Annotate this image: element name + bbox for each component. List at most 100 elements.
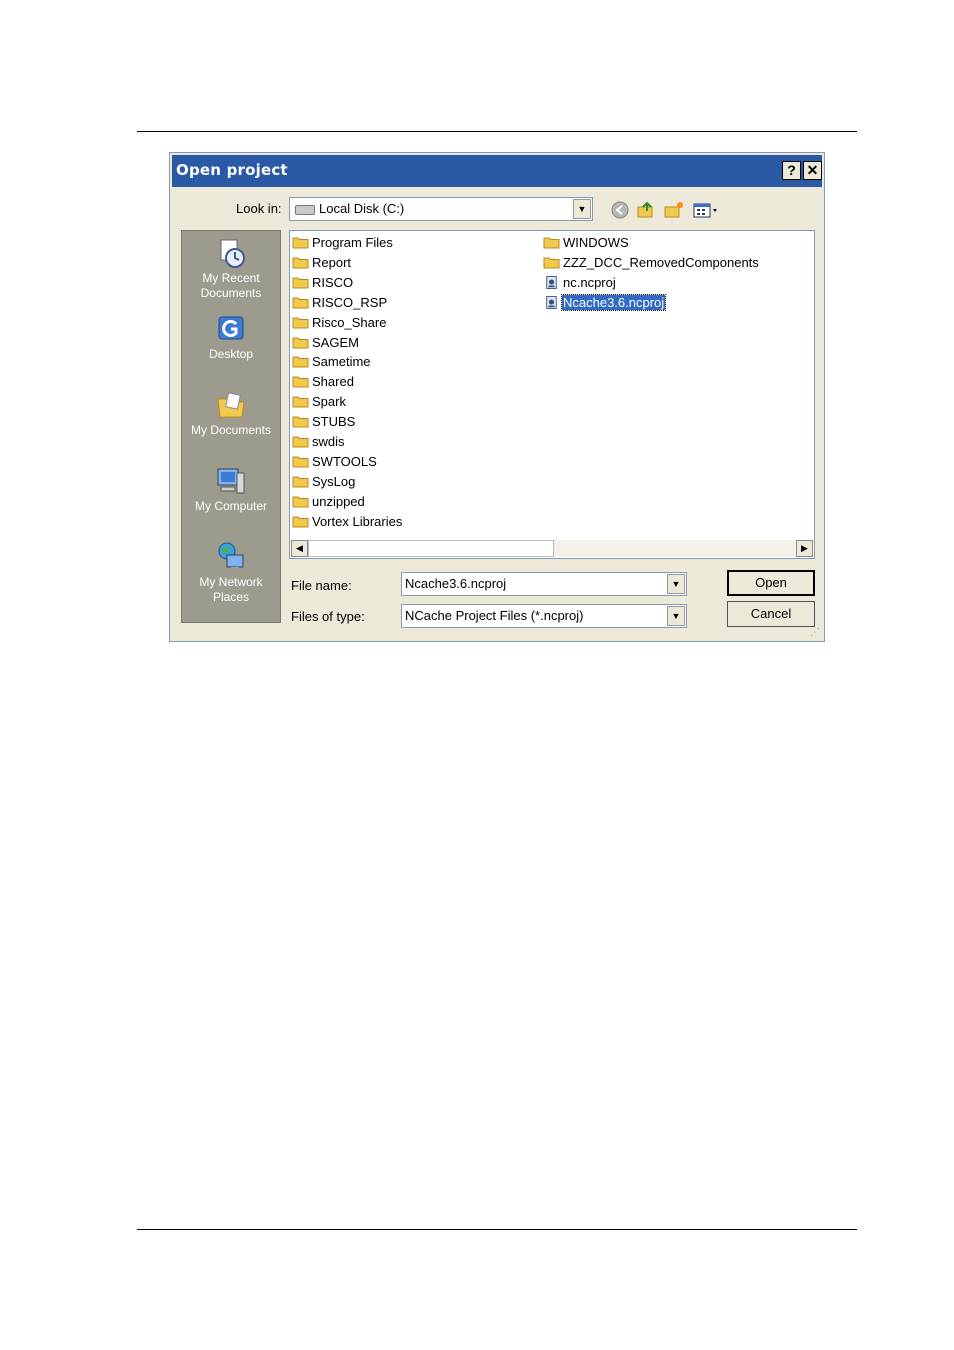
folder-icon — [292, 277, 309, 289]
item-label: unzipped — [312, 493, 365, 509]
recent-documents-icon — [220, 239, 245, 268]
scroll-thumb[interactable] — [308, 540, 554, 557]
place-my-computer[interactable]: My Computer — [182, 465, 280, 514]
file-name-value: Ncache3.6.ncproj — [405, 576, 507, 591]
desktop-icon — [218, 316, 244, 340]
file-name-label: File name: — [291, 578, 352, 593]
folder-icon — [292, 237, 309, 249]
item-label: SAGEM — [312, 334, 359, 350]
network-places-icon — [218, 542, 244, 570]
up-folder-icon[interactable] — [636, 201, 656, 219]
file-item[interactable]: nc.ncproj — [543, 273, 617, 293]
place-my-documents[interactable]: My Documents — [182, 389, 280, 438]
item-label: WINDOWS — [563, 235, 629, 250]
file-item[interactable]: Ncache3.6.ncproj — [543, 293, 667, 313]
item-label: Sametime — [312, 354, 371, 370]
close-button[interactable]: ✕ — [803, 161, 822, 180]
item-label: RISCO_RSP — [312, 294, 388, 310]
place-label: Desktop — [208, 347, 254, 361]
file-type-value: NCache Project Files (*.ncproj) — [405, 608, 584, 623]
folder-icon — [292, 337, 309, 348]
my-documents-icon — [217, 392, 245, 418]
file-list[interactable]: Ncache3.6.ncproj nc.ncproj ZZZ_DCC_Removed… — [289, 230, 815, 559]
item-label: Vortex Libraries — [312, 513, 403, 529]
my-computer-icon — [217, 468, 245, 494]
open-button[interactable]: Open — [727, 570, 815, 596]
resize-grip-icon[interactable]: ⋰ — [810, 627, 822, 639]
folder-icon — [543, 257, 560, 269]
folder-item[interactable]: RISCO_RSP — [292, 293, 388, 313]
scroll-left-arrow[interactable]: ◀ — [291, 540, 308, 557]
place-label: My Recent — [202, 271, 260, 285]
place-label: Documents — [200, 286, 262, 300]
folder-item[interactable]: SWTOOLS — [292, 452, 378, 472]
file-type-label: Files of type: — [291, 609, 365, 624]
folder-item[interactable]: RISCO — [292, 273, 354, 293]
item-label: RISCO — [312, 274, 354, 290]
folder-item[interactable]: unzipped — [292, 492, 366, 512]
file-name-input[interactable]: Ncache3.6.ncproj ▼ — [401, 572, 687, 596]
item-label: Program Files — [312, 235, 393, 250]
folder-icon — [292, 456, 309, 468]
cancel-button[interactable]: Cancel — [727, 601, 815, 627]
item-label: SysLog — [312, 473, 356, 489]
places-bar: My Recent Documents Desktop My Documents… — [181, 230, 281, 623]
folder-icon — [292, 257, 309, 269]
look-in-value: Local Disk (C:) — [319, 201, 405, 216]
place-desktop[interactable]: Desktop — [182, 313, 280, 362]
place-label: Places — [212, 590, 250, 604]
views-menu-icon[interactable] — [692, 201, 720, 219]
new-folder-icon[interactable] — [664, 201, 684, 219]
help-button[interactable]: ? — [782, 161, 801, 180]
file-type-dropdown-arrow[interactable]: ▼ — [667, 606, 685, 626]
folder-item[interactable]: Vortex Libraries — [292, 512, 403, 532]
folder-item[interactable]: Spark — [292, 392, 347, 412]
folder-item[interactable]: Sametime — [292, 352, 372, 372]
item-label: STUBS — [312, 414, 356, 430]
folder-item[interactable]: Program Files — [292, 233, 394, 253]
place-my-recent-documents[interactable]: My Recent Documents — [182, 237, 280, 301]
back-icon[interactable] — [610, 201, 630, 219]
item-label: swdis — [312, 434, 345, 449]
folder-icon — [292, 356, 309, 368]
look-in-dropdown-arrow[interactable]: ▼ — [573, 199, 591, 219]
title-bar[interactable]: Open project ? ✕ — [172, 155, 822, 187]
look-in-label: Look in: — [236, 201, 282, 216]
item-label: Shared — [312, 374, 354, 390]
local-disk-icon — [295, 205, 315, 215]
place-label: My Documents — [190, 423, 272, 437]
folder-icon — [543, 237, 560, 249]
folder-item[interactable]: WINDOWS — [543, 233, 630, 253]
folder-item[interactable]: SysLog — [292, 472, 356, 492]
look-in-combo[interactable]: Local Disk (C:) ▼ — [289, 197, 593, 221]
folder-item[interactable]: ZZZ_DCC_RemovedComponents — [543, 253, 760, 273]
item-label: Risco_Share — [312, 314, 387, 330]
open-project-dialog: Open project ? ✕ Look in: Local Disk (C:… — [169, 152, 825, 642]
page-bottom-rule — [137, 1229, 857, 1230]
file-type-select[interactable]: NCache Project Files (*.ncproj) ▼ — [401, 604, 687, 628]
folder-item[interactable]: Shared — [292, 372, 355, 392]
horizontal-scrollbar[interactable]: ◀ ▶ — [291, 540, 813, 557]
file-name-dropdown-arrow[interactable]: ▼ — [667, 574, 685, 594]
folder-item[interactable]: SAGEM — [292, 333, 360, 353]
dialog-title: Open project — [176, 161, 288, 179]
folder-icon — [292, 476, 309, 488]
item-label: ZZZ_DCC_RemovedComponents — [563, 254, 759, 270]
folder-icon — [292, 317, 309, 329]
place-my-network-places[interactable]: My Network Places — [182, 541, 280, 605]
place-label: My Computer — [194, 499, 268, 513]
item-label: Spark — [312, 394, 346, 410]
folder-icon — [292, 516, 309, 528]
folder-item[interactable]: swdis — [292, 432, 346, 452]
project-file-icon — [546, 275, 557, 289]
folder-item[interactable]: Report — [292, 253, 352, 273]
folder-icon — [292, 297, 309, 309]
page-top-rule — [137, 131, 857, 132]
scroll-right-arrow[interactable]: ▶ — [796, 540, 813, 557]
project-file-icon — [546, 295, 557, 309]
folder-icon — [292, 376, 309, 388]
folder-item[interactable]: Risco_Share — [292, 313, 387, 333]
folder-item[interactable]: STUBS — [292, 412, 356, 432]
item-label: Ncache3.6.ncproj — [560, 293, 667, 311]
folder-icon — [292, 496, 309, 508]
